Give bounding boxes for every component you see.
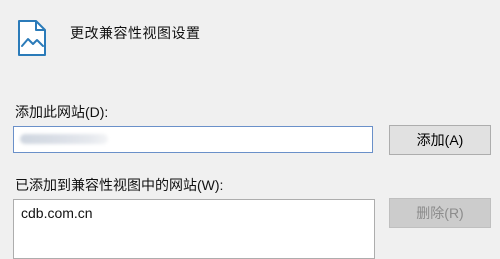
add-button[interactable]: 添加(A) xyxy=(389,125,491,155)
list-item[interactable]: cdb.com.cn xyxy=(21,204,93,222)
add-site-label: 添加此网站(D): xyxy=(15,104,109,120)
remove-button[interactable]: 删除(R) xyxy=(389,198,491,228)
add-site-input[interactable] xyxy=(13,126,373,153)
dialog-title: 更改兼容性视图设置 xyxy=(70,25,201,41)
site-list[interactable]: cdb.com.cn xyxy=(13,199,375,259)
compatibility-view-page-icon xyxy=(16,19,48,57)
site-list-label: 已添加到兼容性视图中的网站(W): xyxy=(15,177,224,193)
